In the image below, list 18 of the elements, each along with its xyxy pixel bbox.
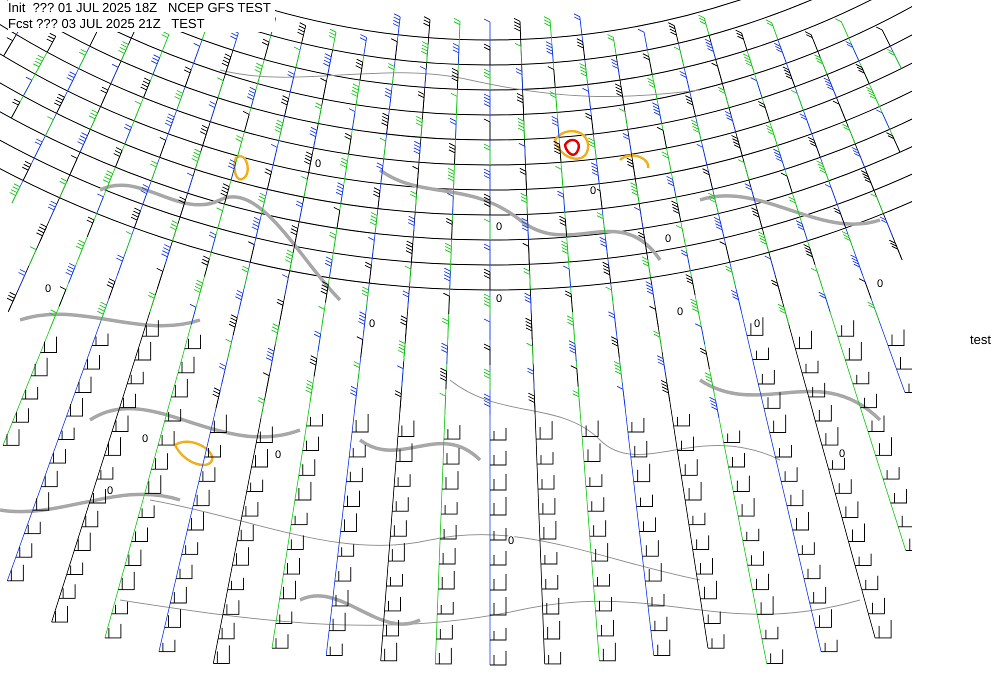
contour-label: 0 bbox=[106, 485, 114, 497]
contour-label: 0 bbox=[496, 293, 502, 305]
contour-label: 0 bbox=[838, 448, 846, 460]
contour-label: 0 bbox=[496, 221, 502, 233]
forecast-time-text: Fcst ??? 03 JUL 2025 21Z TEST bbox=[8, 16, 206, 32]
contour-label: 0 bbox=[664, 233, 672, 245]
init-time-text: Init ??? 01 JUL 2025 18Z NCEP GFS TEST bbox=[8, 0, 271, 16]
contour-label: 0 bbox=[754, 318, 760, 330]
contour-label: 0 bbox=[368, 318, 376, 330]
contour-label: 0 bbox=[142, 433, 148, 445]
contour-label: 0 bbox=[314, 158, 322, 170]
side-label: test bbox=[970, 331, 991, 350]
contour-label: 0 bbox=[508, 535, 514, 547]
contour-label: 0 bbox=[44, 283, 52, 295]
contour-label: 0 bbox=[590, 185, 596, 197]
contour-label: 0 bbox=[876, 278, 884, 290]
contour-label: 0 bbox=[676, 306, 684, 318]
contour-label: 0 bbox=[274, 449, 282, 461]
